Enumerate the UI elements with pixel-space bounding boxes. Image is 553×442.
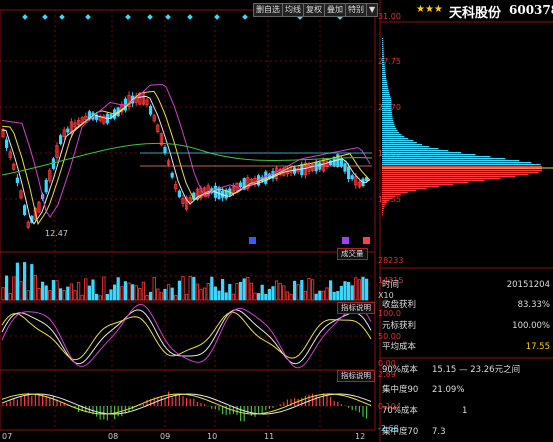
chip-bar <box>382 156 491 158</box>
chip-bar <box>382 170 542 172</box>
chip-bar <box>382 126 396 128</box>
chip-bar <box>382 100 392 102</box>
chip-bar <box>382 166 542 168</box>
chip-bar <box>382 80 387 82</box>
info-avg-cost: 平均成本 17.55 <box>382 342 550 352</box>
chip-bar <box>382 114 393 116</box>
info-time: 时间 20151204 <box>382 280 550 290</box>
chip-bar <box>382 88 389 90</box>
chip-bar <box>382 164 541 166</box>
chip-bar <box>382 82 388 84</box>
chip-bar <box>382 172 539 174</box>
chip-bar <box>382 130 398 132</box>
chip-bar <box>382 104 392 106</box>
info-profit: 收盘获利 83.33% <box>382 300 550 310</box>
chip-bar <box>382 162 532 164</box>
chip-bar <box>382 160 520 162</box>
chip-bar <box>382 98 391 100</box>
chip-bar <box>382 106 392 108</box>
chip-bar <box>382 48 384 50</box>
chip-bar <box>382 40 384 42</box>
chip-bar <box>382 84 388 86</box>
chip-bar <box>382 188 427 190</box>
chip-bar <box>382 54 384 56</box>
info-cost70: 70%成本 1 <box>382 406 468 416</box>
chip-bar <box>382 146 430 148</box>
info-conc70: 集中度70 7.3 <box>382 427 446 437</box>
chip-bar <box>382 120 394 122</box>
chip-bar <box>382 86 388 88</box>
chip-bar <box>382 208 384 210</box>
chip-bar <box>382 122 394 124</box>
chip-bar <box>382 68 386 70</box>
chip-bar <box>382 70 386 72</box>
chip-bar <box>382 46 384 48</box>
chip-bar <box>382 42 384 44</box>
chip-bar <box>382 76 387 78</box>
chip-bar <box>382 94 390 96</box>
chip-bar <box>382 140 414 142</box>
info-conc90: 集中度90 21.09% <box>382 385 465 395</box>
chip-bar <box>382 118 393 120</box>
chip-bar <box>382 178 501 180</box>
chip-bar <box>382 74 386 76</box>
chip-bar <box>382 78 387 80</box>
chip-bar <box>382 174 529 176</box>
chip-bar <box>382 176 516 178</box>
chip-bar <box>382 62 385 64</box>
chip-bar <box>382 128 397 130</box>
chip-bar <box>382 194 401 196</box>
chip-bar <box>382 52 384 54</box>
chip-bar <box>382 186 440 188</box>
info-cost90: 90%成本 15.15 — 23.26元之间 <box>382 365 521 375</box>
chip-bar <box>382 142 417 144</box>
chip-bar <box>382 192 408 194</box>
chip-bar <box>382 44 384 46</box>
chip-bar <box>382 90 389 92</box>
chip-bar <box>382 92 390 94</box>
chip-bar <box>382 72 386 74</box>
chip-bar <box>382 214 384 216</box>
chip-bar <box>382 58 385 60</box>
chip-bar <box>382 204 386 206</box>
chip-bar <box>382 148 439 150</box>
info-prev-profit: 元标获利 100.00% <box>382 321 550 331</box>
chip-bar <box>382 154 476 156</box>
chip-bar <box>382 66 385 68</box>
chip-bar <box>382 190 417 192</box>
chip-bar <box>382 56 385 58</box>
chip-bar <box>382 102 392 104</box>
chip-bar <box>382 212 384 214</box>
chip-bar <box>382 108 392 110</box>
chip-bar <box>382 112 392 114</box>
chip-bar <box>382 180 485 182</box>
chip-bar <box>382 150 449 152</box>
chip-bar <box>382 38 384 40</box>
chip-bar <box>382 124 395 126</box>
chip-bar <box>382 64 385 66</box>
chip-bar <box>382 210 384 212</box>
chip-bar <box>382 50 384 52</box>
chip-bar <box>382 144 423 146</box>
chip-bar <box>382 196 396 198</box>
chip-bar <box>382 206 385 208</box>
chip-bar <box>382 200 389 202</box>
chip-bar <box>382 134 402 136</box>
chip-bar <box>382 136 405 138</box>
chip-bar <box>382 198 392 200</box>
chip-bar <box>382 138 409 140</box>
chip-bar <box>382 158 506 160</box>
chip-bar <box>382 110 392 112</box>
chip-bar <box>382 96 391 98</box>
chip-bar <box>382 202 387 204</box>
chip-bar <box>382 132 400 134</box>
chip-bar <box>382 152 462 154</box>
chip-bar <box>382 182 469 184</box>
chip-bar <box>382 116 393 118</box>
chip-bar <box>382 184 454 186</box>
chip-bar <box>382 60 385 62</box>
